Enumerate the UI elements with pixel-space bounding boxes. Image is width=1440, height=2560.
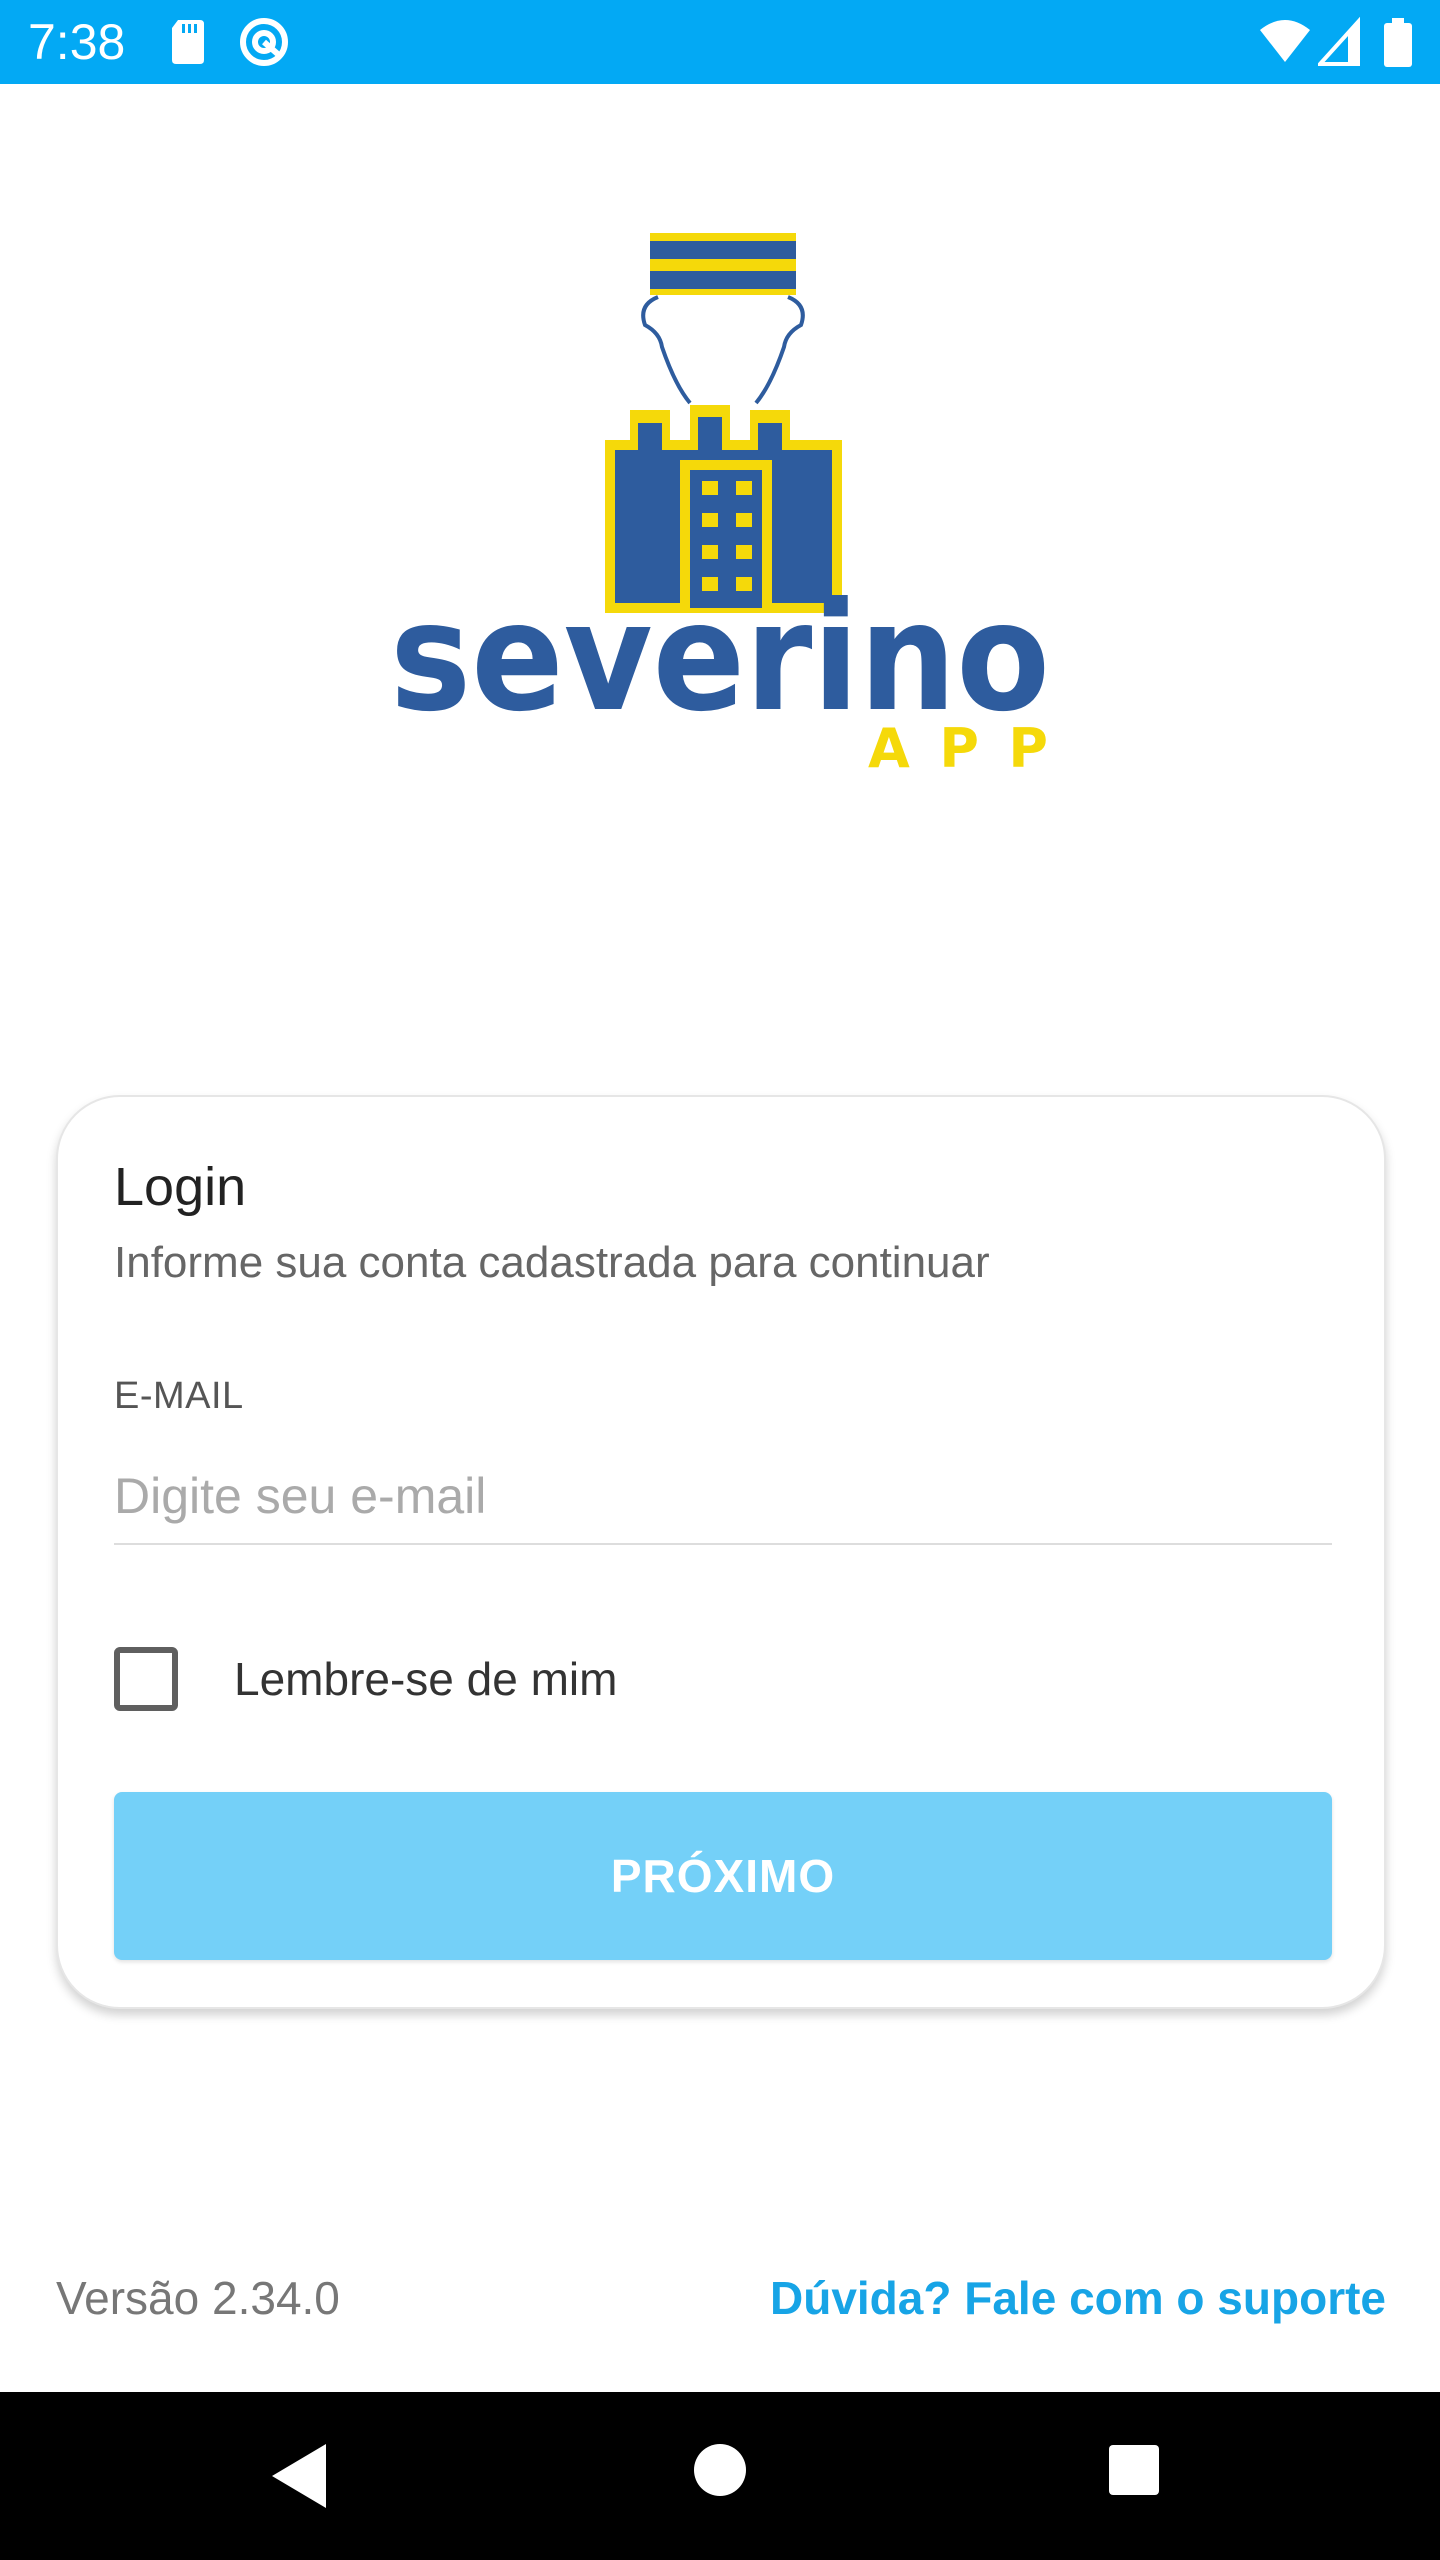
back-triangle-icon[interactable] <box>270 2442 330 2510</box>
remember-me-checkbox[interactable] <box>114 1647 178 1711</box>
navigation-bar <box>0 2392 1440 2560</box>
remember-me-label[interactable]: Lembre-se de mim <box>234 1651 617 1707</box>
login-card: Login Informe sua conta cadastrada para … <box>56 1095 1386 2009</box>
status-bar: 7:38 <box>0 0 1440 84</box>
recent-apps-square-icon[interactable] <box>1108 2444 1160 2496</box>
sync-icon <box>240 18 288 66</box>
version-text: Versão 2.34.0 <box>56 2272 340 2324</box>
email-input[interactable] <box>114 1449 1332 1545</box>
remember-me-row[interactable]: Lembre-se de mim <box>114 1647 814 1713</box>
support-link[interactable]: Dúvida? Fale com o suporte <box>770 2270 1386 2326</box>
cell-signal-icon <box>1318 16 1360 66</box>
status-time: 7:38 <box>28 14 126 70</box>
sd-card-icon <box>172 20 204 64</box>
next-button[interactable]: PRÓXIMO <box>114 1792 1332 1960</box>
card-subtitle: Informe sua conta cadastrada para contin… <box>114 1238 990 1287</box>
battery-icon <box>1384 18 1412 67</box>
logo-subtitle: APP <box>868 717 1048 780</box>
card-title: Login <box>114 1157 247 1217</box>
wifi-icon <box>1260 20 1310 62</box>
severino-app-logo: severino APP <box>390 233 1050 780</box>
home-circle-icon[interactable] <box>692 2442 748 2498</box>
email-label: E-MAIL <box>114 1375 244 1417</box>
